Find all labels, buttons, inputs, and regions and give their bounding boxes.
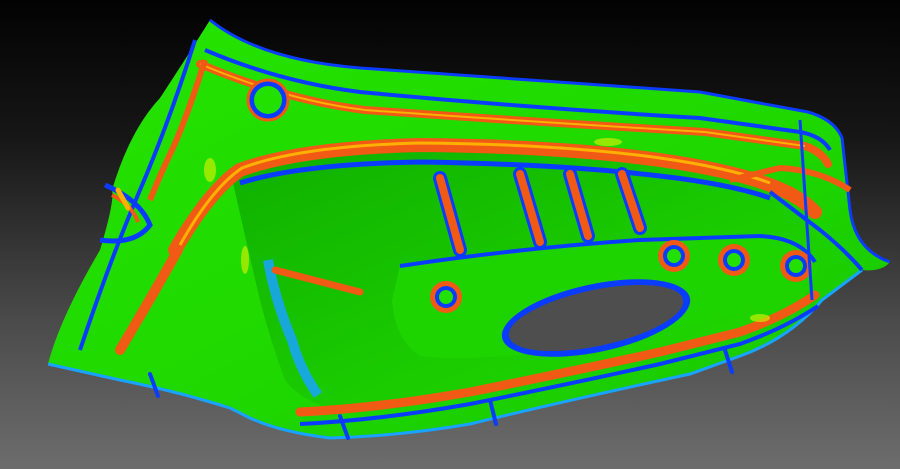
mounting-hole <box>430 281 462 313</box>
curvature-map-render <box>47 18 891 440</box>
3d-viewport[interactable] <box>0 0 900 469</box>
mounting-hole-upper-left <box>246 78 290 122</box>
mounting-hole <box>780 250 812 282</box>
mounting-hole <box>658 240 690 272</box>
mounting-hole <box>718 244 750 276</box>
